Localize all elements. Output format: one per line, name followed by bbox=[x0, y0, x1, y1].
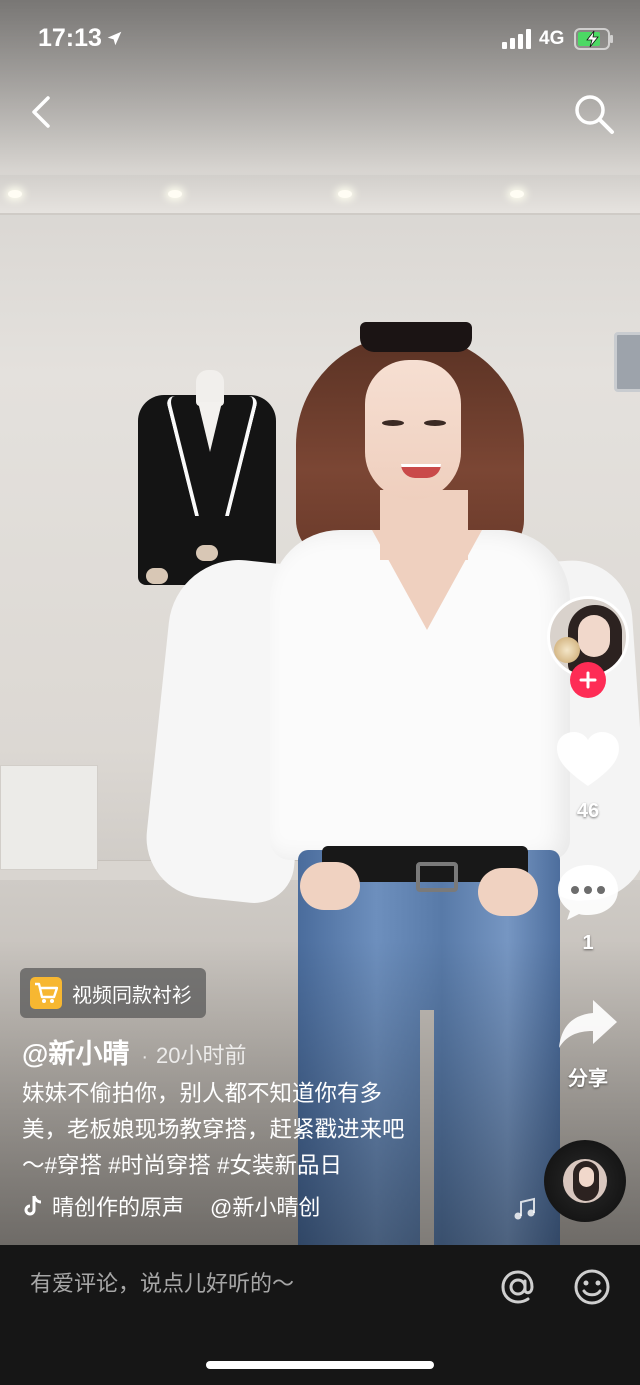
music-disc-cover bbox=[563, 1159, 607, 1203]
ceiling-light bbox=[338, 190, 352, 198]
back-chevron-icon[interactable] bbox=[22, 92, 62, 132]
music-title: 晴创作的原声 bbox=[52, 1195, 185, 1220]
caption-line[interactable]: ～#穿搭 #时尚穿搭 #女装新品日 bbox=[22, 1148, 342, 1184]
avatar-face bbox=[578, 615, 610, 657]
avatar-flowers bbox=[554, 637, 580, 663]
ceiling bbox=[0, 175, 640, 215]
status-bar: 17:13 4G bbox=[0, 0, 640, 80]
ceiling-light bbox=[168, 190, 182, 198]
emoji-icon[interactable] bbox=[572, 1267, 612, 1307]
battery-charging-icon bbox=[574, 28, 613, 50]
model-eye bbox=[424, 420, 446, 426]
model-face bbox=[365, 360, 461, 500]
model-sunglasses bbox=[360, 322, 472, 352]
heart-icon[interactable] bbox=[555, 730, 621, 790]
author-name[interactable]: @新小晴 bbox=[22, 1032, 129, 1071]
model-eye bbox=[382, 420, 404, 426]
ceiling-light bbox=[510, 190, 524, 198]
share-arrow-icon[interactable] bbox=[555, 996, 621, 1056]
mannequin-hand bbox=[196, 545, 218, 561]
tiktok-note-icon bbox=[24, 1195, 42, 1216]
music-line[interactable]: 晴创作的原声 @新小晴创 bbox=[22, 1190, 320, 1222]
product-tag[interactable]: 视频同款衬衫 bbox=[20, 968, 206, 1018]
search-icon[interactable] bbox=[572, 92, 616, 136]
shopping-cart-icon bbox=[30, 977, 62, 1009]
location-arrow-icon bbox=[107, 31, 122, 46]
follow-button[interactable] bbox=[570, 662, 606, 698]
at-sign-icon[interactable] bbox=[498, 1267, 538, 1307]
model-hand bbox=[300, 862, 360, 910]
product-label: 视频同款衬衫 bbox=[72, 984, 192, 1007]
ceiling-light bbox=[8, 190, 22, 198]
model-hand bbox=[478, 868, 538, 916]
music-author: @新小晴创 bbox=[210, 1195, 321, 1220]
mannequin-neck bbox=[196, 370, 224, 406]
signal-bars-icon bbox=[502, 29, 531, 49]
comment-bubble-icon[interactable] bbox=[555, 862, 621, 922]
music-note-icon bbox=[514, 1197, 535, 1220]
share-label[interactable]: 分享 bbox=[548, 1062, 628, 1091]
caption-line: 美，老板娘现场教穿搭，赶紧戳进来吧 bbox=[22, 1117, 405, 1142]
plus-icon bbox=[579, 671, 597, 689]
mannequin-hand bbox=[146, 568, 168, 584]
author-line: @新小晴 · 20小时前 bbox=[22, 1032, 246, 1071]
like-count: 46 bbox=[576, 800, 600, 822]
display-box bbox=[0, 765, 98, 870]
wall-fixture bbox=[614, 332, 640, 392]
model-belt-buckle bbox=[416, 862, 458, 892]
status-time: 17:13 bbox=[38, 24, 102, 52]
home-indicator[interactable] bbox=[206, 1361, 434, 1369]
comment-input[interactable]: 有爱评论，说点儿好听的～ bbox=[30, 1266, 294, 1298]
comment-count: 1 bbox=[582, 932, 594, 954]
network-type: 4G bbox=[539, 28, 565, 49]
post-time: 20小时前 bbox=[156, 1043, 247, 1068]
caption-line: 妹妹不偷拍你，别人都不知道你有多 bbox=[22, 1081, 383, 1106]
separator-dot: · bbox=[141, 1046, 148, 1068]
